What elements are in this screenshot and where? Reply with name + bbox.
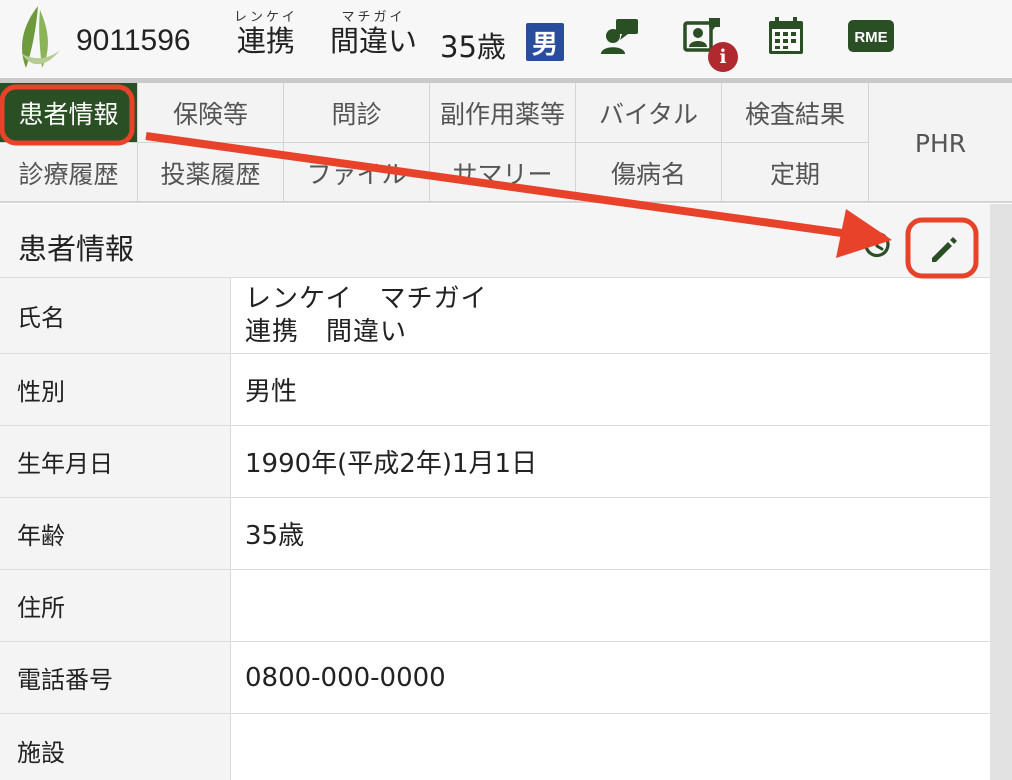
patient-last-name: レンケイ 連携: [234, 6, 298, 58]
first-name-kana: マチガイ: [341, 10, 406, 25]
leaf-logo-icon: [22, 6, 60, 68]
tab-test-results[interactable]: 検査結果: [722, 83, 869, 143]
row-label: 性別: [0, 354, 231, 425]
patient-info-panel: 患者情報 氏名 レンケイ マチガイ 連携 間違い 性別 男性 生年月日 1990…: [0, 204, 990, 780]
patient-first-name: マチガイ 間違い: [330, 6, 417, 58]
row-birthdate: 生年月日 1990年(平成2年)1月1日: [0, 426, 990, 498]
patient-id: 9011596: [76, 24, 191, 57]
chat-user-icon[interactable]: [598, 14, 642, 58]
rme-label: RME: [854, 29, 887, 46]
first-name-kanji: 間違い: [330, 24, 418, 58]
last-name-kana: レンケイ: [234, 10, 298, 25]
row-label: 年齢: [0, 498, 231, 569]
row-age: 年齢 35歳: [0, 498, 990, 570]
patient-header: 9011596 レンケイ 連携 マチガイ 間違い 35歳 男 i RME: [0, 0, 1012, 80]
tab-side-effect-drugs[interactable]: 副作用薬等: [430, 83, 576, 143]
panel-header: 患者情報: [0, 204, 990, 278]
row-label: 住所: [0, 570, 231, 641]
row-label: 電話番号: [0, 642, 231, 713]
row-phone: 電話番号 0800-000-0000: [0, 642, 990, 714]
tab-vitals[interactable]: バイタル: [576, 83, 722, 143]
tab-regular[interactable]: 定期: [722, 143, 869, 203]
name-kanji-value: 連携 間違い: [245, 316, 408, 347]
tab-bar: 患者情報 保険等 問診 副作用薬等 バイタル 検査結果 診療履歴 投薬履歴 ファ…: [0, 83, 1012, 203]
tab-files[interactable]: ファイル: [284, 143, 430, 203]
row-name: 氏名 レンケイ マチガイ 連携 間違い: [0, 278, 990, 354]
last-name-kanji: 連携: [236, 24, 295, 58]
row-sex: 性別 男性: [0, 354, 990, 426]
rme-icon[interactable]: RME: [848, 14, 894, 58]
name-kana-value: レンケイ マチガイ: [245, 283, 488, 314]
row-label: 施設: [0, 714, 231, 780]
scrollbar[interactable]: [990, 204, 1012, 780]
tab-visit-history[interactable]: 診療履歴: [0, 143, 138, 203]
tab-insurance[interactable]: 保険等: [138, 83, 284, 143]
row-value: レンケイ マチガイ 連携 間違い: [245, 278, 487, 353]
row-label: 生年月日: [0, 426, 231, 497]
row-value: 0800-000-0000: [245, 662, 446, 693]
row-facility: 施設: [0, 714, 990, 780]
row-address: 住所: [0, 570, 990, 642]
row-value: 男性: [245, 377, 298, 407]
tab-phr[interactable]: PHR: [869, 83, 1012, 203]
calendar-icon[interactable]: [764, 14, 808, 58]
edit-icon[interactable]: [922, 228, 966, 272]
history-icon[interactable]: [860, 228, 894, 262]
tab-medication-history[interactable]: 投薬履歴: [138, 143, 284, 203]
row-value: 1990年(平成2年)1月1日: [245, 449, 538, 479]
sex-badge: 男: [526, 23, 564, 61]
info-badge[interactable]: i: [708, 42, 738, 72]
panel-title: 患者情報: [18, 232, 135, 266]
tab-patient-info[interactable]: 患者情報: [0, 83, 138, 143]
tab-summary[interactable]: サマリー: [430, 143, 576, 203]
tab-diagnosis[interactable]: 傷病名: [576, 143, 722, 203]
tab-interview[interactable]: 問診: [284, 83, 430, 143]
patient-age: 35歳: [440, 30, 506, 64]
row-value: 35歳: [245, 521, 305, 551]
row-label: 氏名: [0, 278, 231, 353]
